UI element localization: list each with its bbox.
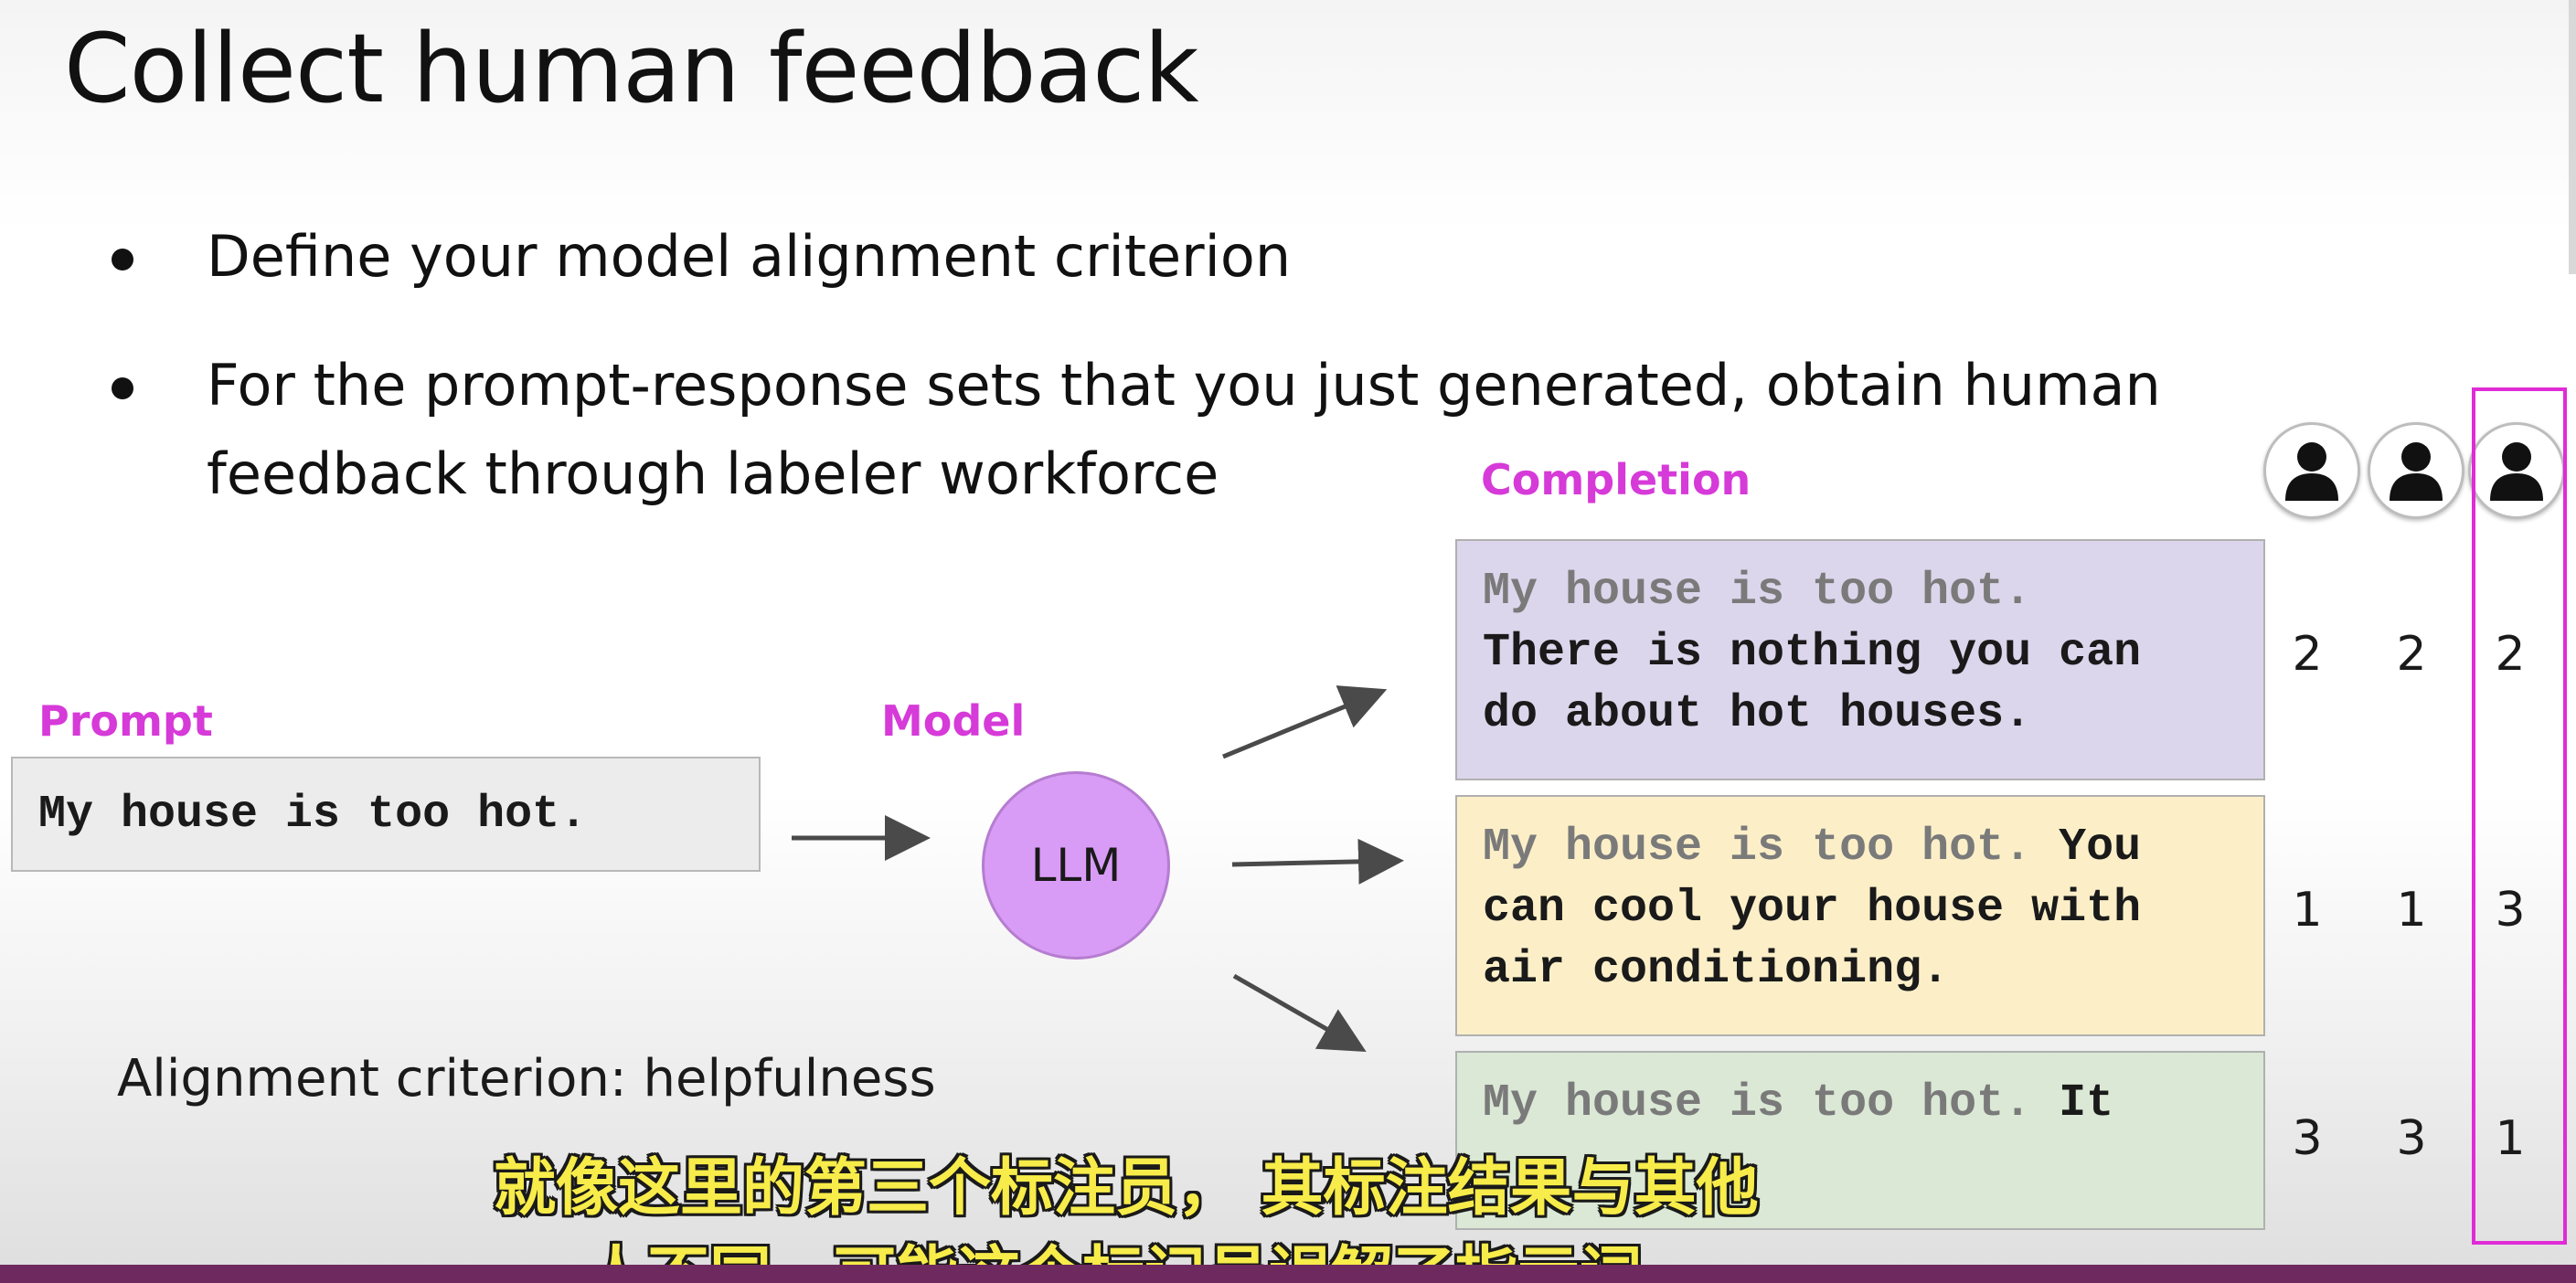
rating-cell: 1: [2495, 1111, 2526, 1166]
rating-cell: 3: [2495, 883, 2526, 938]
completion-line: My house is too hot. It: [1483, 1073, 2263, 1134]
arrow-model-to-completion-3: [1232, 973, 1367, 1052]
rating-cell: 1: [2292, 883, 2323, 938]
rating-cell: 2: [2396, 627, 2427, 682]
video-subtitle-line-2: 人不同，可能这个标记员误解了指示词: [585, 1225, 1642, 1265]
arrow-model-to-completion-2: [1231, 838, 1404, 885]
completion-prompt-text: My house is too hot.: [1483, 566, 2032, 618]
labeler-avatar-1: [2263, 422, 2360, 519]
rating-cell: 3: [2292, 1111, 2323, 1166]
completion-box-2: My house is too hot. You can cool your h…: [1455, 795, 2265, 1036]
scrollbar[interactable]: [2569, 0, 2576, 274]
completion-line: do about hot houses.: [1483, 684, 2263, 745]
video-subtitle-line-2-clip: 人不同，可能这个标记员误解了指示词: [0, 1225, 2576, 1265]
rating-cell: 3: [2396, 1111, 2427, 1166]
llm-label: LLM: [1030, 839, 1122, 892]
labeler-avatar-2: [2368, 422, 2464, 519]
arrow-model-to-completion-1: [1222, 685, 1388, 759]
completion-line: can cool your house with: [1483, 878, 2263, 939]
completion-response-text: air conditioning.: [1483, 944, 1950, 996]
completion-line: My house is too hot. You: [1483, 817, 2263, 878]
completion-box-1: My house is too hot. There is nothing yo…: [1455, 539, 2265, 780]
completion-line: There is nothing you can: [1483, 622, 2263, 684]
completion-response-text: You: [2031, 822, 2142, 874]
rating-cell: 1: [2396, 883, 2427, 938]
completion-prompt-text: My house is too hot.: [1483, 822, 2032, 874]
completion-response-text: There is nothing you can: [1483, 627, 2142, 679]
completion-line: My house is too hot.: [1483, 561, 2263, 622]
llm-node: LLM: [982, 771, 1170, 960]
rating-cell: 2: [2495, 627, 2526, 682]
completion-response-text: do about hot houses.: [1483, 688, 2032, 740]
alignment-criterion: Alignment criterion: helpfulness: [117, 1049, 936, 1108]
completion-response-text: It: [2031, 1077, 2114, 1129]
video-subtitle-line-1: 就像这里的第三个标注员， 其标注结果与其他: [494, 1152, 1759, 1225]
completion-line: air conditioning.: [1483, 939, 2263, 1001]
completion-response-text: can cool your house with: [1483, 883, 2142, 935]
person-icon: [2390, 442, 2443, 501]
video-progress-bar[interactable]: [0, 1265, 2576, 1283]
person-icon: [2285, 442, 2338, 501]
rating-cell: 2: [2292, 627, 2323, 682]
completion-prompt-text: My house is too hot.: [1483, 1077, 2032, 1129]
